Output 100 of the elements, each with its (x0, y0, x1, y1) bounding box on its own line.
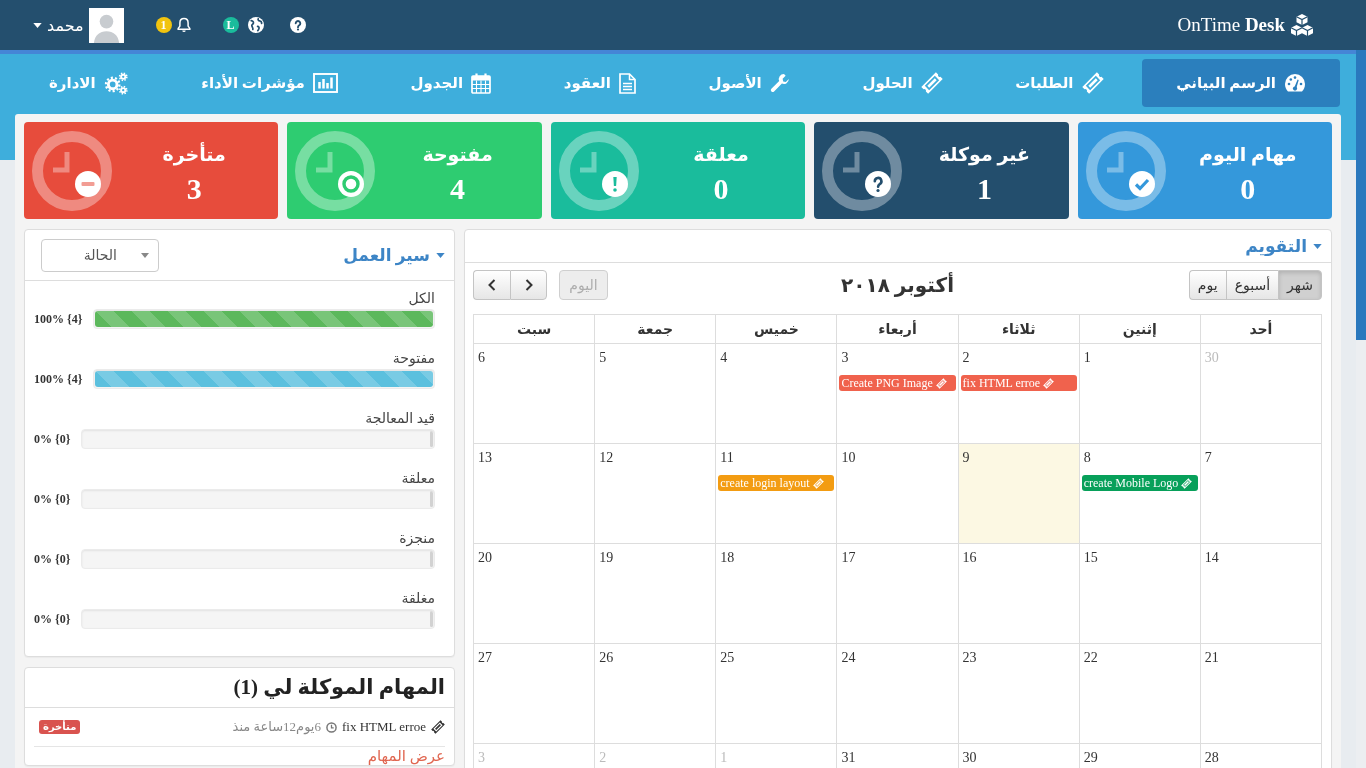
check-badge-icon (1128, 170, 1155, 197)
nav-tab[interactable]: الرسم البياني (1142, 59, 1340, 107)
stat-title: مفتوحة (421, 142, 494, 167)
day-number: 14 (1203, 549, 1220, 566)
question-badge-icon (865, 170, 892, 197)
scrollbar-thumb[interactable] (1356, 50, 1366, 340)
ticket-icon (1181, 477, 1193, 489)
calendar-title[interactable]: التقويم (1245, 235, 1322, 257)
user-menu[interactable]: محمد (33, 7, 124, 43)
ticket-icon (1043, 377, 1055, 389)
ticket-icon (812, 477, 824, 489)
weekday-header: أحد (1249, 320, 1273, 338)
day-number: 21 (1203, 649, 1220, 666)
nav-tab[interactable]: العقود (529, 59, 670, 107)
day-number: 15 (1082, 549, 1099, 566)
calendar-event[interactable]: create Mobile Logo (1081, 475, 1198, 491)
day-number: 5 (598, 349, 608, 366)
progress-label: قيد المعالجة (365, 410, 435, 428)
day-number: 3 (477, 749, 486, 766)
nav-tab[interactable]: مؤشرات الأداء (167, 59, 372, 107)
stat-value: 4 (449, 170, 467, 207)
nav-tab[interactable]: الطلبات (981, 59, 1138, 107)
ticket-icon (920, 72, 943, 94)
day-number: 1 (719, 749, 729, 766)
day-number: 30 (1203, 349, 1220, 366)
caret-icon (436, 252, 445, 258)
day-number: 19 (598, 549, 615, 566)
calendar-event[interactable]: fix HTML erroe (960, 375, 1077, 391)
clock-icon (822, 130, 903, 211)
progress-reading: 0% {0} (34, 611, 71, 627)
day-number: 25 (719, 649, 736, 666)
day-number: 30 (961, 749, 978, 766)
calendar-event[interactable]: Create PNG Image (839, 375, 956, 391)
day-number: 31 (840, 749, 857, 766)
clock-icon (295, 130, 376, 211)
day-number: 16 (961, 549, 978, 566)
user-avatar-icon (88, 7, 124, 43)
gears-icon (103, 71, 129, 95)
workflow-title[interactable]: سير العمل (343, 244, 445, 266)
language-badge: L (222, 17, 239, 33)
nav-tab[interactable]: الادارة (15, 59, 163, 107)
help-icon[interactable] (289, 17, 306, 33)
month-heading: أكتوبر ٢٠١٨ (841, 273, 954, 297)
day-number: 17 (840, 549, 857, 566)
clock-icon (558, 130, 639, 211)
nav-tab[interactable]: الأصول (674, 59, 824, 107)
nav-tab[interactable]: الحلول (828, 59, 977, 107)
next-month-button[interactable] (473, 270, 510, 300)
calendar-icon (471, 72, 492, 94)
prev-month-button[interactable] (510, 270, 547, 300)
exclamation-badge-icon (601, 170, 628, 197)
day-number: 2 (598, 749, 608, 766)
status-dropdown[interactable]: الحالة (41, 238, 159, 272)
stat-value: 0 (1239, 170, 1257, 207)
day-number: 26 (598, 649, 615, 666)
weekday-header: خميس (753, 320, 799, 338)
ticket-icon (1081, 72, 1104, 94)
stat-title: متأخرة (161, 142, 227, 167)
day-number: 2 (961, 349, 971, 366)
day-number: 9 (961, 449, 971, 466)
stat-title: مهام اليوم (1198, 142, 1298, 167)
dot-circle-badge-icon (338, 170, 365, 197)
weekday-header: ثلاثاء (1001, 320, 1036, 338)
view-tasks-link[interactable]: عرض المهام (367, 747, 445, 765)
weekday-header: أربعاء (878, 320, 917, 338)
notification-badge: 1 (155, 17, 172, 33)
task-age: 6يوم12ساعة منذ (232, 719, 321, 735)
progress-reading: 0% {0} (34, 491, 71, 507)
weekday-header: إثنين (1122, 320, 1157, 338)
clock-icon (1085, 130, 1166, 211)
nav-tab[interactable]: الجدول (376, 59, 526, 107)
day-number: 7 (1203, 449, 1213, 466)
globe-icon[interactable] (247, 17, 264, 33)
day-number: 27 (477, 649, 493, 666)
stat-value: 0 (712, 170, 730, 207)
panel-title: المهام الموكلة لي (1) (233, 675, 445, 700)
cubes-icon (1290, 14, 1314, 36)
stat-title: غير موكلة (937, 142, 1032, 167)
day-number: 4 (719, 349, 729, 366)
stat-title: معلقة (692, 142, 750, 167)
caret-icon (141, 252, 149, 258)
stat-value: 1 (975, 170, 993, 207)
bell-icon[interactable] (175, 17, 192, 33)
view-button[interactable]: شهر (1278, 270, 1322, 300)
day-number: 23 (961, 649, 978, 666)
brand-logo[interactable]: OnTime Desk (1177, 14, 1314, 36)
progress-label: معلقة (401, 470, 435, 488)
ticket-icon (935, 377, 947, 389)
day-number: 13 (477, 449, 493, 466)
day-number: 8 (1082, 449, 1092, 466)
progress-reading: 0% {0} (34, 551, 71, 567)
view-button[interactable]: يوم (1188, 270, 1226, 300)
task-link[interactable]: fix HTML erroe (342, 719, 426, 735)
day-number: 1 (1082, 349, 1092, 366)
progress-label: منجزة (399, 530, 435, 549)
weekday-header: سبت (516, 320, 552, 338)
minus-badge-icon (74, 170, 101, 197)
view-button[interactable]: أسبوع (1225, 270, 1279, 300)
day-number: 29 (1082, 749, 1099, 766)
calendar-event[interactable]: create login layout (718, 475, 835, 491)
